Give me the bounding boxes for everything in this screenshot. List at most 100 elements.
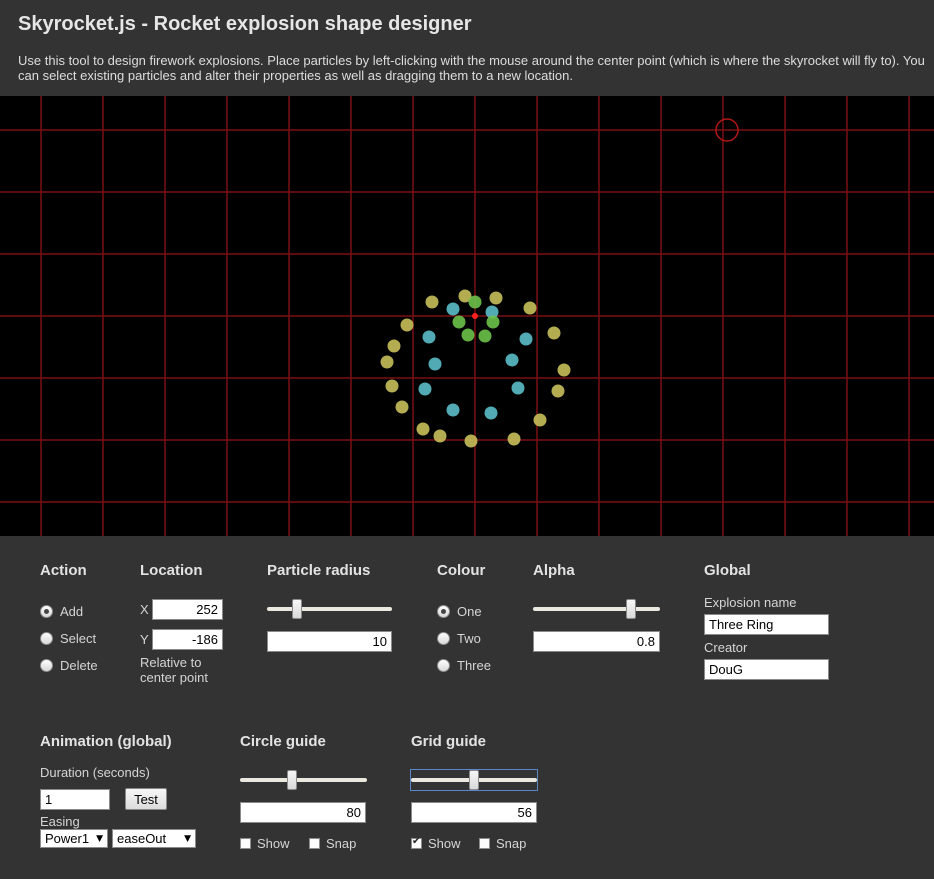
explosion-name-label: Explosion name (704, 595, 797, 610)
easing-mode-select[interactable]: easeOut ▼ (112, 829, 196, 848)
particle[interactable] (387, 339, 401, 353)
action-delete-radio-button[interactable] (40, 659, 53, 672)
particle[interactable] (468, 295, 482, 309)
particle[interactable] (523, 301, 537, 315)
circle-guide-heading: Circle guide (240, 733, 326, 750)
chevron-down-icon: ▼ (96, 833, 103, 844)
particle-radius-slider-track (267, 607, 392, 611)
circle-guide-show-checkbox[interactable]: Show (240, 836, 290, 851)
particle[interactable] (428, 357, 442, 371)
duration-input[interactable] (40, 789, 110, 810)
action-add-radio[interactable]: Add (40, 604, 83, 619)
particle[interactable] (557, 363, 571, 377)
circle-guide-slider-thumb[interactable] (287, 770, 297, 790)
particle-radius-input[interactable] (267, 631, 392, 652)
particle[interactable] (422, 330, 436, 344)
easing-label: Easing (40, 814, 80, 829)
particle[interactable] (418, 382, 432, 396)
circle-guide-slider[interactable] (240, 770, 367, 790)
alpha-slider-thumb[interactable] (626, 599, 636, 619)
action-heading: Action (40, 562, 87, 579)
colour-one-radio[interactable]: One (437, 604, 482, 619)
particle[interactable] (446, 403, 460, 417)
creator-label: Creator (704, 640, 748, 655)
particle[interactable] (486, 315, 500, 329)
particle[interactable] (533, 413, 547, 427)
particle[interactable] (452, 315, 466, 329)
colour-three-radio[interactable]: Three (437, 658, 491, 673)
page-title: Skyrocket.js - Rocket explosion shape de… (18, 13, 472, 35)
location-note: Relative to center point (140, 655, 208, 685)
colour-heading: Colour (437, 562, 486, 579)
action-add-label: Add (60, 604, 84, 619)
particle[interactable] (507, 432, 521, 446)
circle-guide-show-box[interactable] (240, 838, 251, 849)
action-add-radio-button[interactable] (40, 605, 53, 618)
action-select-radio[interactable]: Select (40, 631, 96, 646)
circle-guide-slider-track (240, 778, 367, 782)
location-heading: Location (140, 562, 203, 579)
alpha-slider[interactable] (533, 599, 660, 619)
grid-guide-snap-checkbox[interactable]: Snap (479, 836, 526, 851)
page-description: Use this tool to design firework explosi… (18, 53, 925, 83)
particle[interactable] (464, 434, 478, 448)
particle[interactable] (416, 422, 430, 436)
particle[interactable] (433, 429, 447, 443)
location-x-input[interactable] (152, 599, 223, 620)
easing-type-value: Power1 (45, 831, 90, 846)
grid-guide-input[interactable] (411, 802, 537, 823)
particle[interactable] (461, 328, 475, 342)
colour-three-label: Three (457, 658, 491, 673)
particle[interactable] (385, 379, 399, 393)
duration-label: Duration (seconds) (40, 765, 150, 780)
animation-heading: Animation (global) (40, 733, 172, 750)
location-y-input[interactable] (152, 629, 223, 650)
colour-two-radio[interactable]: Two (437, 631, 481, 646)
particle[interactable] (400, 318, 414, 332)
particle[interactable] (547, 326, 561, 340)
action-delete-radio[interactable]: Delete (40, 658, 98, 673)
test-button[interactable]: Test (125, 788, 167, 810)
grid-guide-slider-thumb[interactable] (469, 770, 479, 790)
colour-two-radio-button[interactable] (437, 632, 450, 645)
particle[interactable] (380, 355, 394, 369)
easing-type-select[interactable]: Power1 ▼ (40, 829, 108, 848)
location-y-label: Y (140, 632, 149, 647)
circle-guide-snap-label: Snap (326, 836, 357, 851)
particle[interactable] (446, 302, 460, 316)
particle-radius-heading: Particle radius (267, 562, 371, 579)
particle[interactable] (551, 384, 565, 398)
grid-guide-snap-label: Snap (496, 836, 527, 851)
circle-guide-input[interactable] (240, 802, 366, 823)
circle-guide-snap-box[interactable] (309, 838, 320, 849)
particle-radius-slider-thumb[interactable] (291, 599, 302, 619)
creator-input[interactable] (704, 659, 829, 680)
easing-mode-value: easeOut (117, 831, 167, 846)
particle[interactable] (395, 400, 409, 414)
colour-three-radio-button[interactable] (437, 659, 450, 672)
center-point (472, 313, 478, 319)
grid-guide-slider[interactable] (410, 769, 538, 791)
colour-one-radio-button[interactable] (437, 605, 450, 618)
particle[interactable] (511, 381, 525, 395)
location-x-label: X (140, 602, 149, 617)
grid-guide-show-label: Show (428, 836, 461, 851)
particle[interactable] (425, 295, 439, 309)
circle-guide-snap-checkbox[interactable]: Snap (309, 836, 356, 851)
particle[interactable] (484, 406, 498, 420)
particle[interactable] (505, 353, 519, 367)
alpha-input[interactable] (533, 631, 660, 652)
particle[interactable] (519, 332, 533, 346)
grid-guide-show-box[interactable] (411, 836, 422, 849)
grid-guide-show-checkbox[interactable]: Show (411, 836, 461, 851)
particle[interactable] (489, 291, 503, 305)
particle-radius-slider[interactable] (267, 599, 392, 619)
explosion-name-input[interactable] (704, 614, 829, 635)
action-delete-label: Delete (60, 658, 98, 673)
particle[interactable] (478, 329, 492, 343)
action-select-radio-button[interactable] (40, 632, 53, 645)
grid-guide-snap-box[interactable] (479, 838, 490, 849)
colour-one-label: One (457, 604, 482, 619)
designer-canvas[interactable] (0, 96, 934, 536)
alpha-slider-track (533, 607, 660, 611)
